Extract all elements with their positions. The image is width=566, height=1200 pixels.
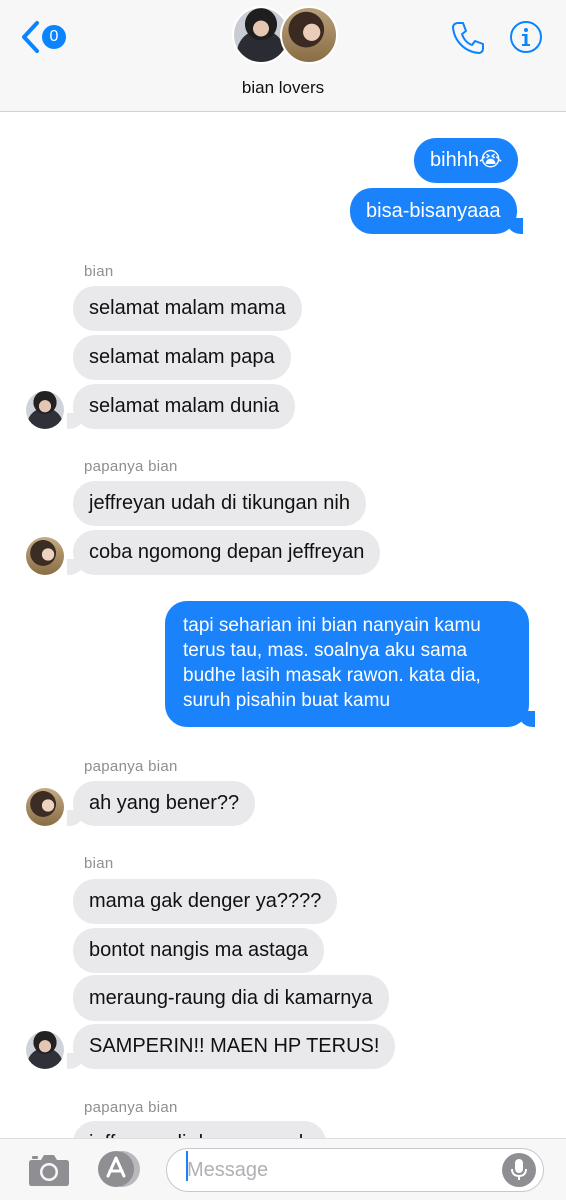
message-text: jeffreyan di depan rumah [89, 1129, 310, 1138]
sender-name: papanya bian [84, 1099, 178, 1116]
message-text: coba ngomong depan jeffreyan [89, 541, 365, 563]
microphone-button[interactable] [502, 1153, 536, 1187]
avatar[interactable] [26, 1031, 64, 1069]
message-bubble-received[interactable]: ah yang bener?? [66, 781, 256, 826]
message-thread[interactable]: bihhh😭 bisa-bisanyaaa bian selamat malam… [0, 113, 566, 1138]
message-text: selamat malam mama [89, 297, 286, 319]
message-bubble-received[interactable]: jeffreyan di depan rumah [73, 1121, 326, 1138]
phone-icon[interactable] [450, 20, 486, 56]
conversation-header: 0 bian lovers [0, 0, 566, 112]
sender-name: papanya bian [84, 458, 178, 475]
group-name[interactable]: bian lovers [0, 78, 566, 98]
message-text: selamat malam papa [89, 346, 275, 368]
message-bubble-received[interactable]: selamat malam dunia [66, 384, 296, 429]
message-text: tapi seharian ini bian nanyain kamu teru… [183, 615, 481, 711]
message-bubble-received[interactable]: coba ngomong depan jeffreyan [66, 530, 381, 575]
message-text: meraung-raung dia di kamarnya [89, 986, 373, 1009]
sender-name: bian [84, 855, 114, 872]
message-text: selamat malam dunia [89, 395, 280, 417]
message-text: ah yang bener?? [89, 792, 240, 814]
message-text: bisa-bisanyaaa [366, 199, 501, 222]
message-text: jeffreyan udah di tikungan nih [89, 492, 350, 514]
message-text: bontot nangis ma astaga [89, 939, 309, 961]
info-icon[interactable] [509, 20, 543, 54]
message-bubble-received[interactable]: selamat malam mama [73, 286, 302, 331]
text-cursor [186, 1151, 188, 1181]
back-button[interactable]: 0 [20, 20, 66, 54]
message-bubble-sent[interactable]: tapi seharian ini bian nanyain kamu teru… [165, 601, 535, 727]
message-bubble-sent[interactable]: bihhh😭 [414, 138, 519, 183]
message-bubble-received[interactable]: selamat malam papa [73, 335, 291, 380]
app-store-icon[interactable] [96, 1151, 142, 1187]
message-bubble-received[interactable]: meraung-raung dia di kamarnya [73, 975, 389, 1021]
composer-bar: Message [0, 1138, 566, 1200]
message-input-placeholder: Message [187, 1158, 269, 1181]
avatar [280, 6, 338, 64]
sender-name: bian [84, 263, 114, 280]
message-text: mama gak denger ya???? [89, 890, 322, 912]
message-bubble-received[interactable]: bontot nangis ma astaga [73, 928, 325, 973]
avatar[interactable] [26, 537, 64, 575]
message-text: SAMPERIN!! MAEN HP TERUS! [89, 1035, 380, 1057]
message-bubble-received[interactable]: jeffreyan udah di tikungan nih [73, 481, 366, 526]
avatar[interactable] [26, 788, 64, 826]
message-bubble-received[interactable]: mama gak denger ya???? [73, 879, 338, 924]
message-bubble-received[interactable]: SAMPERIN!! MAEN HP TERUS! [66, 1024, 396, 1069]
avatar[interactable] [26, 391, 64, 429]
microphone-icon [511, 1159, 527, 1180]
message-bubble-sent[interactable]: bisa-bisanyaaa [350, 188, 523, 234]
unread-count-badge: 0 [42, 25, 66, 49]
group-avatar-stack[interactable] [232, 6, 342, 66]
message-text: bihhh😭 [430, 149, 503, 171]
message-input[interactable]: Message [166, 1148, 544, 1192]
camera-icon[interactable] [28, 1151, 70, 1187]
sender-name: papanya bian [84, 758, 178, 775]
back-chevron-icon [22, 21, 39, 53]
